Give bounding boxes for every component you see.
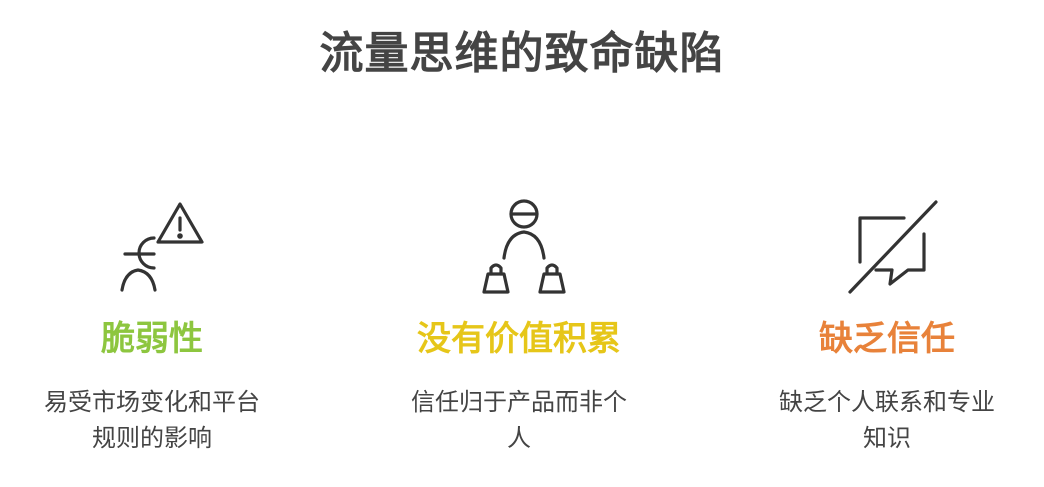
item-fragility: 脆弱性 易受市场变化和平台 规则的影响 [2,0,302,487]
description-fragility: 易受市场变化和平台 规则的影响 [2,384,302,456]
description-line: 人 [507,424,531,452]
item-no-value: 没有价值积累 信任归于产品而非个 人 [369,0,669,487]
item-lack-trust: 缺乏信任 缺乏个人联系和专业 知识 [737,0,1037,487]
heading-lack-trust: 缺乏信任 [819,319,955,359]
description-line: 规则的影响 [92,424,212,452]
description-line: 知识 [863,424,911,452]
chat-slash-icon [842,196,942,296]
person-bags-icon [474,196,574,296]
heading-no-value: 没有价值积累 [417,319,621,359]
description-no-value: 信任归于产品而非个 人 [369,384,669,456]
person-warning-icon [107,196,207,296]
description-line: 信任归于产品而非个 [411,388,627,416]
description-lack-trust: 缺乏个人联系和专业 知识 [737,384,1037,456]
heading-fragility: 脆弱性 [101,319,203,359]
description-line: 缺乏个人联系和专业 [779,388,995,416]
description-line: 易受市场变化和平台 [44,388,260,416]
